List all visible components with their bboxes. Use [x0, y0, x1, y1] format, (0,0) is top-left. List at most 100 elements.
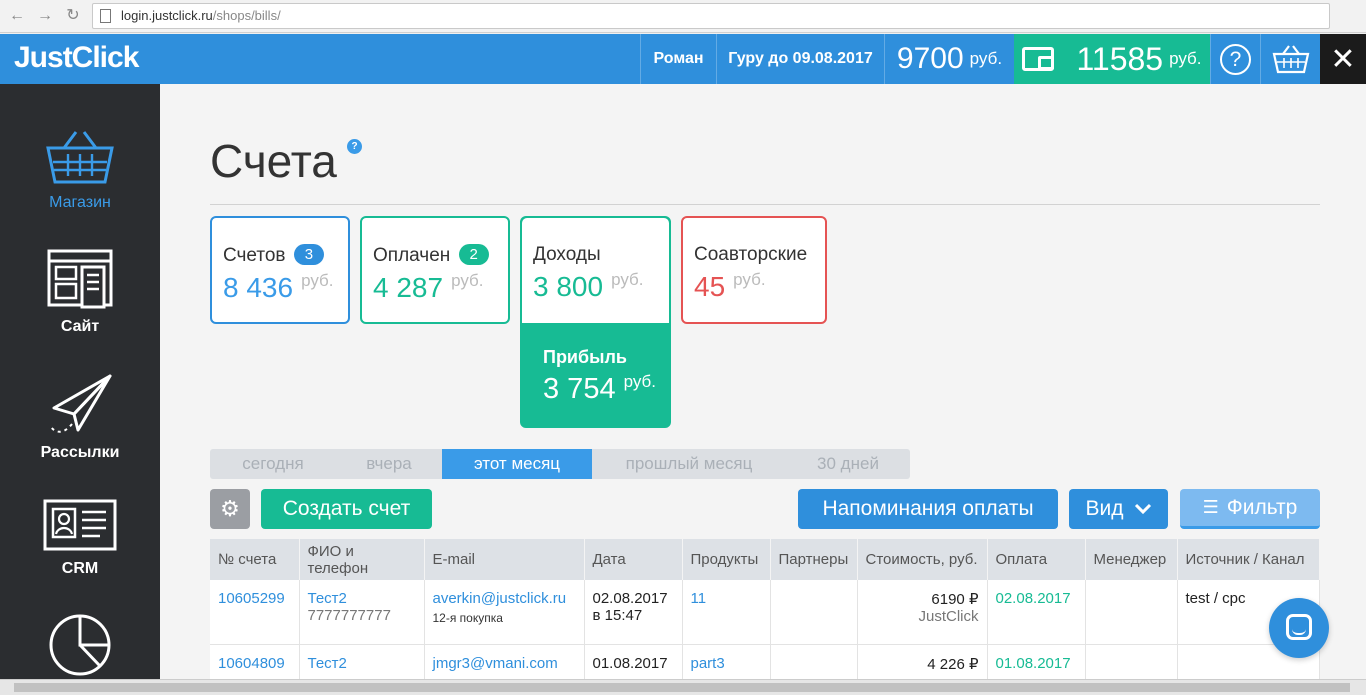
card-bills[interactable]: Счетов 3 8 436 руб. [210, 216, 350, 324]
cart-button[interactable] [1260, 34, 1320, 84]
browser-toolbar: ← → ↻ login.justclick.ru/shops/bills/ [0, 0, 1366, 33]
product-link[interactable]: 11 [691, 590, 707, 607]
forward-icon[interactable]: → [34, 5, 56, 27]
products-cell: part3 [682, 644, 771, 685]
wallet-unit: руб. [1169, 49, 1202, 68]
app-header: JustClick Роман Гуру до 09.08.2017 9700 р… [0, 34, 1366, 84]
card-amount: 3 800 [533, 271, 604, 302]
wallet[interactable]: 11585 руб. [1014, 34, 1210, 84]
bill-date: 01.08.2017 [592, 654, 668, 672]
card-label: Счетов [223, 245, 286, 266]
name-phone-cell: Тест2 [299, 644, 425, 685]
customer-name-link[interactable]: Тест2 [308, 655, 416, 672]
card-coauthor[interactable]: Соавторские 45 руб. [681, 216, 827, 324]
purchase-note: 12-я покупка [432, 611, 503, 625]
col-name-phone[interactable]: ФИО и телефон [299, 539, 425, 580]
card-value: 8 436 руб. [223, 271, 337, 304]
page-title: Счета [210, 135, 337, 187]
bill-number-link[interactable]: 10605299 [218, 590, 285, 607]
customer-name-link[interactable]: Тест2 [308, 590, 416, 607]
partners-cell [770, 580, 858, 645]
card-paid[interactable]: Оплачен 2 4 287 руб. [360, 216, 510, 324]
logo[interactable]: JustClick [14, 41, 139, 75]
tab-30-days[interactable]: 30 дней [786, 449, 910, 479]
period-tabs: сегодня вчера этот месяц прошлый месяц 3… [210, 449, 910, 479]
view-dropdown-button[interactable]: Вид [1069, 489, 1168, 529]
customer-phone: 7777777777 [307, 607, 391, 624]
main-content: Счета ? Счетов 3 8 436 руб. Оплачен 2 4 2… [160, 84, 1366, 685]
col-partners[interactable]: Партнеры [770, 539, 858, 580]
sidebar-item-shop[interactable]: Магазин [0, 128, 160, 212]
partners-cell [770, 644, 858, 685]
payment-reminders-button[interactable]: Напоминания оплаты [798, 489, 1058, 529]
col-manager[interactable]: Менеджер [1085, 539, 1178, 580]
date-cell: 01.08.2017 [584, 644, 683, 685]
sidebar-item-site[interactable]: Сайт [0, 248, 160, 336]
help-button[interactable]: ? [1210, 34, 1260, 84]
product-link[interactable]: part3 [691, 655, 725, 672]
table-row[interactable]: 10604809 Тест2 jmgr3@vmani.com 01.08.201… [210, 644, 1320, 685]
filter-label: Фильтр [1226, 495, 1298, 519]
bill-number-link[interactable]: 10604809 [218, 655, 285, 672]
products-cell: 11 [682, 580, 771, 645]
basket-icon [46, 131, 114, 184]
close-button[interactable]: ✕ [1320, 34, 1366, 84]
payment-cell: 02.08.2017 [987, 580, 1086, 645]
col-source-channel[interactable]: Источник / Канал [1177, 539, 1320, 580]
payment-system: JustClick [918, 608, 979, 625]
sidebar-item-crm[interactable]: CRM [0, 498, 160, 578]
tab-yesterday[interactable]: вчера [336, 449, 442, 479]
price-cell: 4 226 ₽ [857, 644, 988, 685]
date-cell: 02.08.2017 в 15:47 [584, 580, 683, 645]
col-date[interactable]: Дата [584, 539, 683, 580]
card-unit: руб. [733, 270, 766, 289]
tab-this-month[interactable]: этот месяц [442, 449, 592, 479]
horizontal-scrollbar[interactable] [0, 679, 1366, 695]
income-panel: Доходы 3 800 руб. [522, 218, 669, 323]
create-bill-button[interactable]: Создать счет [261, 489, 432, 529]
sidebar-item-mailing[interactable]: Рассылки [0, 374, 160, 462]
card-income[interactable]: Доходы 3 800 руб. Прибыль 3 754 руб. [520, 216, 671, 428]
bill-number-cell: 10604809 [210, 644, 300, 685]
col-products[interactable]: Продукты [682, 539, 771, 580]
title-help-icon[interactable]: ? [347, 139, 362, 154]
chat-widget-button[interactable] [1269, 598, 1329, 658]
card-value: 3 800 руб. [533, 270, 658, 303]
tab-last-month[interactable]: прошлый месяц [592, 449, 786, 479]
name-phone-cell: Тест2 7777777777 [299, 580, 425, 645]
table-row[interactable]: 10605299 Тест2 7777777777 averkin@justcl… [210, 580, 1320, 645]
url-text: login.justclick.ru/shops/bills/ [121, 8, 281, 23]
manager-cell [1085, 580, 1178, 645]
sidebar-item-stats[interactable] [0, 612, 160, 686]
gear-icon: ⚙ [220, 496, 240, 521]
sliders-icon: ☰ [1202, 497, 1219, 517]
address-bar[interactable]: login.justclick.ru/shops/bills/ [92, 3, 1330, 29]
email-link[interactable]: averkin@justclick.ru [433, 590, 576, 607]
card-value: 4 287 руб. [373, 271, 497, 304]
col-payment[interactable]: Оплата [987, 539, 1086, 580]
contact-card-icon [43, 499, 117, 551]
card-amount: 4 287 [373, 272, 444, 303]
tab-today[interactable]: сегодня [210, 449, 336, 479]
title-divider [210, 204, 1320, 205]
chevron-down-icon [1134, 503, 1151, 515]
user-name[interactable]: Роман [640, 34, 716, 84]
bills-count-badge: 3 [293, 244, 324, 265]
balance[interactable]: 9700 руб. [884, 34, 1014, 84]
tariff-info[interactable]: Гуру до 09.08.2017 [716, 34, 884, 84]
back-icon[interactable]: ← [6, 5, 28, 27]
price-value: 6190 ₽ [931, 591, 979, 608]
reload-icon[interactable]: ↻ [62, 5, 84, 27]
price-cell: 6190 ₽ JustClick [857, 580, 988, 645]
col-email[interactable]: E-mail [424, 539, 585, 580]
wallet-value: 11585 [1076, 40, 1164, 77]
profit-amount: 3 754 [543, 373, 616, 405]
profit-value: 3 754 руб. [543, 372, 669, 406]
filter-button[interactable]: ☰ Фильтр [1180, 489, 1320, 529]
page-icon [100, 9, 111, 23]
scrollbar-thumb[interactable] [14, 683, 1350, 692]
email-link[interactable]: jmgr3@vmani.com [433, 655, 576, 672]
settings-button[interactable]: ⚙ [210, 489, 250, 529]
col-bill-number[interactable]: № счета [210, 539, 300, 580]
col-price[interactable]: Стоимость, руб. [857, 539, 988, 580]
